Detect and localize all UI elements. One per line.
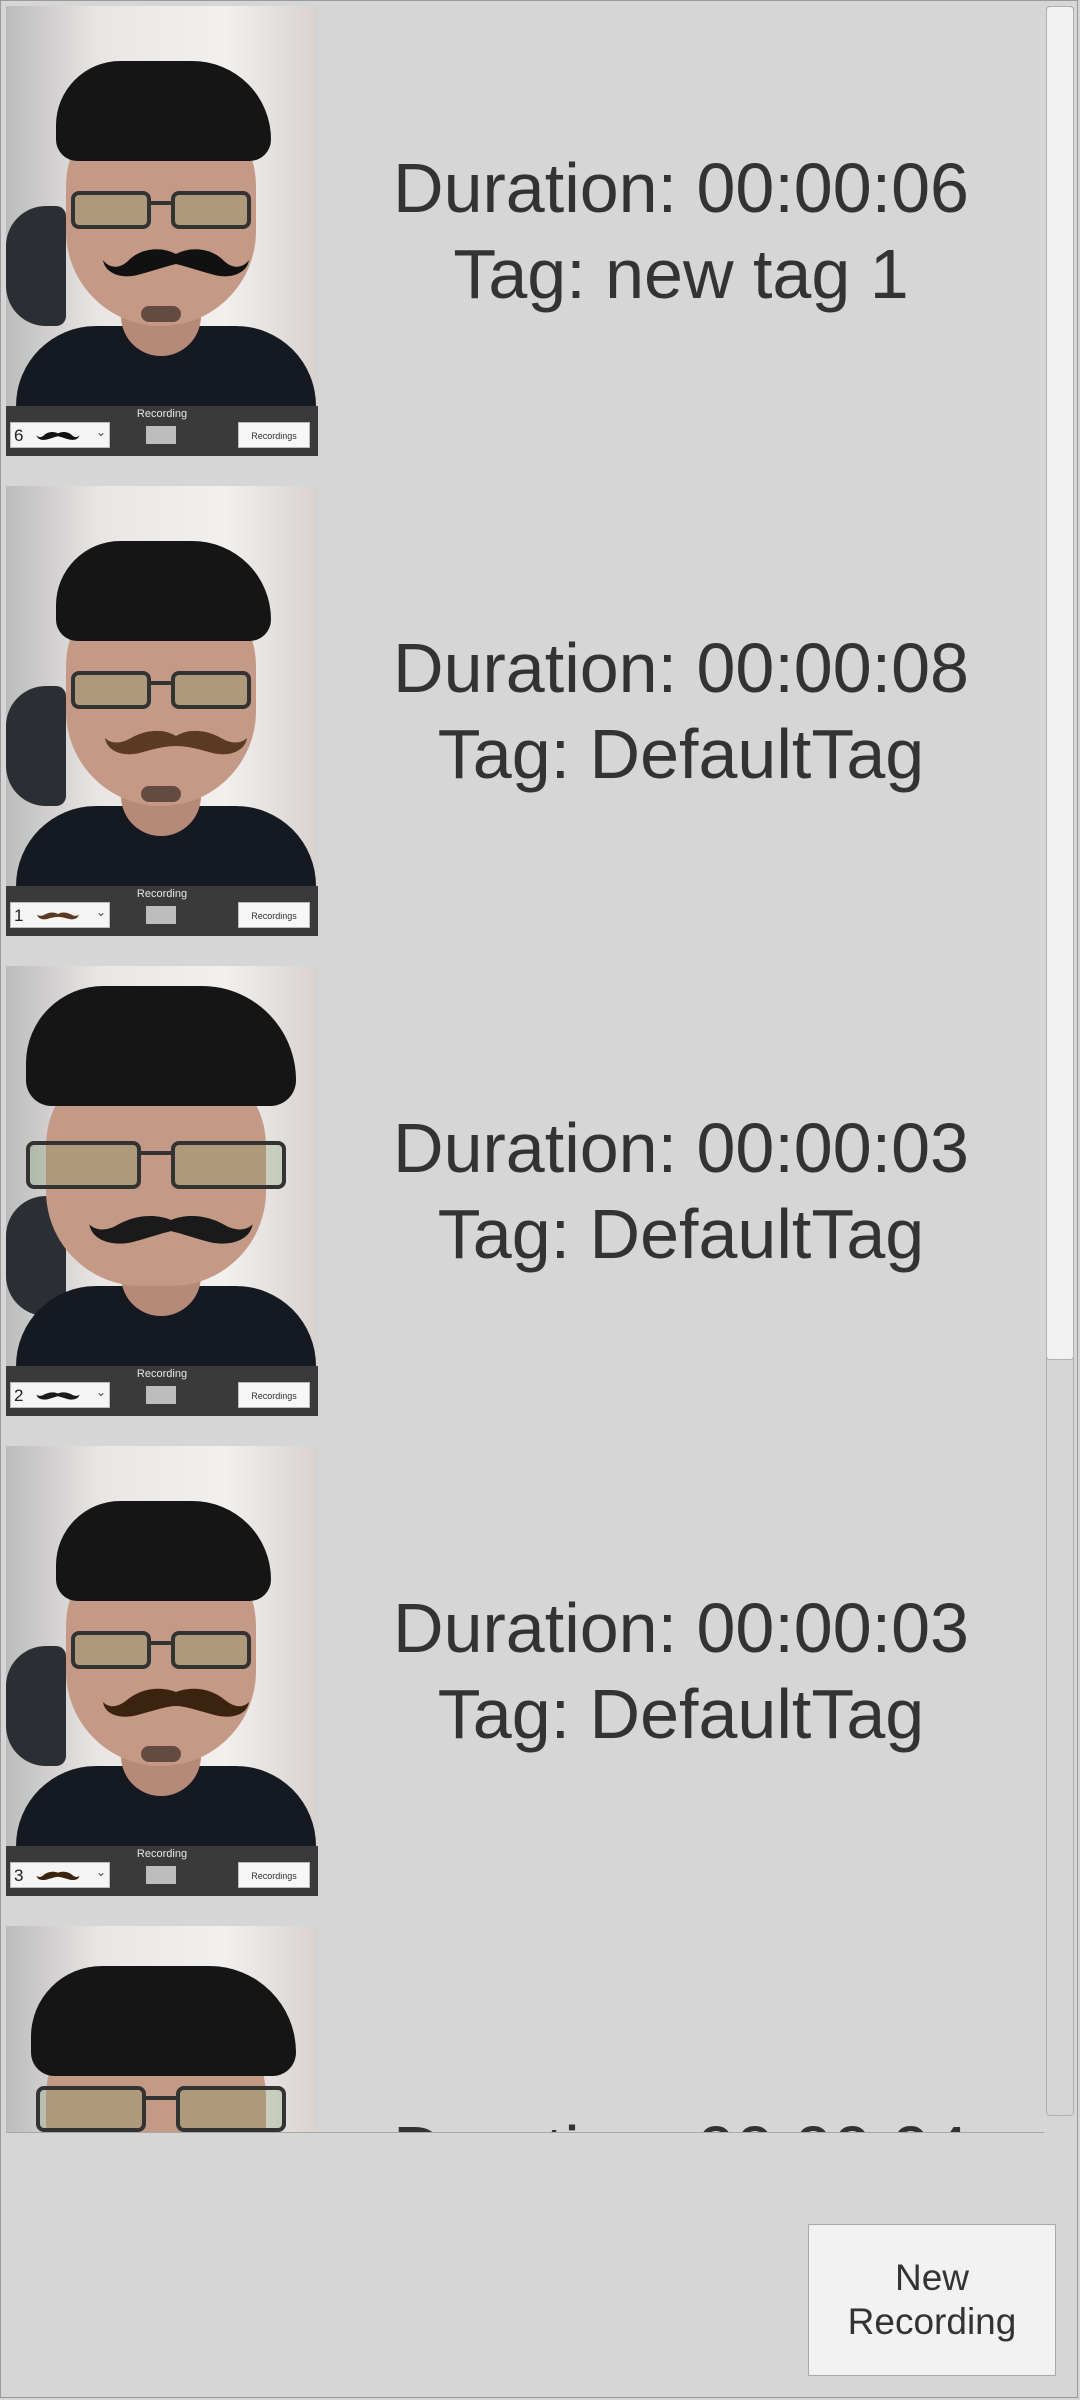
recording-item[interactable]: Recording 3 ⌄ Recordings Duration: 00:00…	[6, 1446, 1044, 1896]
recordings-button-preview: Recordings	[238, 1382, 310, 1408]
recording-item[interactable]: Duration: 00:00:04	[6, 1926, 1044, 2132]
filter-dropdown: 6 ⌄	[10, 422, 110, 448]
stop-icon	[146, 426, 176, 444]
duration-label: Duration: 00:00:03	[393, 1589, 969, 1667]
mustache-icon	[36, 431, 80, 440]
recording-status-text: Recording	[136, 1368, 188, 1380]
thumbnail-control-bar: Recording 1 ⌄ Recordings	[6, 886, 318, 936]
recordings-button-preview: Recordings	[238, 1862, 310, 1888]
thumbnail-control-bar: Recording 3 ⌄ Recordings	[6, 1846, 318, 1896]
new-recording-label-line2: Recording	[847, 2301, 1017, 2342]
tag-label: Tag: DefaultTag	[437, 1195, 925, 1273]
stop-icon	[146, 1866, 176, 1884]
recording-thumbnail[interactable]: Recording 2 ⌄ Recordings	[6, 966, 318, 1416]
recording-thumbnail[interactable]: Recording 3 ⌄ Recordings	[6, 1446, 318, 1896]
tag-label: Tag: DefaultTag	[437, 1675, 925, 1753]
duration-label: Duration: 00:00:04	[393, 2108, 969, 2132]
mustache-icon	[103, 249, 249, 277]
tag-label: Tag: new tag 1	[453, 235, 909, 313]
recording-status-text: Recording	[136, 1848, 188, 1860]
recording-info: Duration: 00:00:03 Tag: DefaultTag	[318, 966, 1044, 1416]
new-recording-label-line1: New	[894, 2257, 970, 2298]
glasses-image	[71, 671, 256, 711]
mustache-icon	[89, 1216, 253, 1244]
mustache-icon	[105, 730, 247, 755]
duration-label: Duration: 00:00:03	[393, 1109, 969, 1187]
chevron-down-icon: ⌄	[95, 425, 106, 439]
recording-thumbnail[interactable]	[6, 1926, 318, 2132]
scrollbar-thumb[interactable]	[1046, 6, 1074, 1360]
duration-label: Duration: 00:00:08	[393, 629, 969, 707]
recording-info: Duration: 00:00:06 Tag: new tag 1	[318, 6, 1044, 456]
recording-thumbnail[interactable]: Recording 1 ⌄ Recordings	[6, 486, 318, 936]
thumbnail-control-bar: Recording 2 ⌄ Recordings	[6, 1366, 318, 1416]
recording-info: Duration: 00:00:08 Tag: DefaultTag	[318, 486, 1044, 936]
recording-status-text: Recording	[136, 408, 188, 420]
recording-info: Duration: 00:00:03 Tag: DefaultTag	[318, 1446, 1044, 1896]
filter-dropdown: 3 ⌄	[10, 1862, 110, 1888]
recordings-button-preview: Recordings	[238, 902, 310, 928]
glasses-image	[26, 1141, 306, 1189]
recording-info: Duration: 00:00:04	[318, 1926, 1044, 2132]
recording-thumbnail[interactable]: Recording 6 ⌄ Recordings	[6, 6, 318, 456]
mustache-icon	[36, 1392, 80, 1400]
chevron-down-icon: ⌄	[95, 1385, 106, 1399]
thumbnail-control-bar: Recording 6 ⌄ Recordings	[6, 406, 318, 456]
chevron-down-icon: ⌄	[95, 1865, 106, 1879]
recording-item[interactable]: Recording 6 ⌄ Recordings Duration: 00:00…	[6, 6, 1044, 456]
duration-label: Duration: 00:00:06	[393, 149, 969, 227]
recordings-button-preview: Recordings	[238, 422, 310, 448]
recording-status-text: Recording	[136, 888, 188, 900]
filter-dropdown: 1 ⌄	[10, 902, 110, 928]
stop-icon	[146, 1386, 176, 1404]
filter-dropdown: 2 ⌄	[10, 1382, 110, 1408]
glasses-image	[71, 1631, 256, 1671]
glasses-image	[36, 2086, 296, 2132]
recording-item[interactable]: Recording 2 ⌄ Recordings Duration: 00:00…	[6, 966, 1044, 1416]
mustache-icon	[36, 1871, 80, 1881]
recording-item[interactable]: Recording 1 ⌄ Recordings Duration: 00:00…	[6, 486, 1044, 936]
recordings-list[interactable]: Recording 6 ⌄ Recordings Duration: 00:00…	[6, 6, 1044, 2133]
stop-icon	[146, 906, 176, 924]
mustache-icon	[103, 1688, 249, 1717]
chevron-down-icon: ⌄	[95, 905, 106, 919]
mustache-icon	[37, 912, 79, 920]
tag-label: Tag: DefaultTag	[437, 715, 925, 793]
new-recording-button[interactable]: New Recording	[808, 2224, 1056, 2376]
glasses-image	[71, 191, 256, 231]
